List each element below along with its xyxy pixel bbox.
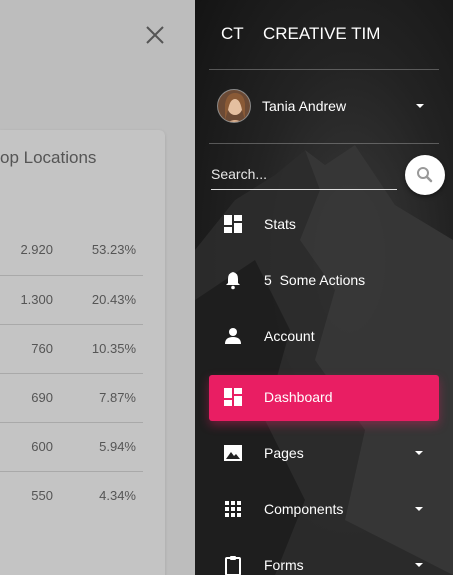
bell-icon (226, 272, 240, 290)
sidebar-item-label: 5 Some Actions (264, 272, 366, 288)
sidebar-item-label: Components (264, 501, 344, 517)
sidebar-item-label: Dashboard (264, 389, 333, 405)
row-percent: 53.23% (91, 242, 136, 257)
chevron-down-icon (415, 507, 423, 511)
grid-icon (225, 501, 241, 517)
chevron-down-icon (415, 563, 423, 567)
row-percent: 4.34% (99, 488, 136, 503)
dashboard-icon (224, 215, 242, 233)
brand[interactable]: CT CREATIVE TIM (221, 24, 380, 44)
search-field (211, 160, 397, 190)
chevron-down-icon (415, 451, 423, 455)
sidebar-item-label: Stats (264, 216, 296, 232)
row-percent: 10.35% (91, 341, 136, 356)
row-value: 600 (31, 439, 53, 454)
chevron-down-icon (416, 104, 424, 108)
sidebar-item-account[interactable]: Account (209, 313, 439, 359)
row-percent: 5.94% (99, 439, 136, 454)
sidebar: CT CREATIVE TIM Tania Andrew Stats (195, 0, 453, 575)
locations-table: 2.920 53.23% 1.300 20.43% 760 10.35% 690… (0, 226, 143, 520)
background-page: op Locations 2.920 53.23% 1.300 20.43% 7… (0, 0, 195, 575)
sidebar-item-dashboard[interactable]: Dashboard (209, 375, 439, 421)
search-button[interactable] (405, 155, 445, 195)
sidebar-item-pages[interactable]: Pages (209, 430, 439, 476)
close-icon[interactable] (144, 24, 166, 46)
row-percent: 7.87% (99, 390, 136, 405)
brand-name: CREATIVE TIM (263, 24, 381, 43)
table-row: 550 4.34% (0, 471, 143, 520)
avatar (217, 89, 251, 123)
dashboard-icon (224, 388, 242, 406)
row-value: 550 (31, 488, 53, 503)
user-menu[interactable]: Tania Andrew (217, 89, 432, 125)
table-row: 2.920 53.23% (0, 226, 143, 275)
card-title: op Locations (0, 148, 97, 167)
search-input[interactable] (211, 160, 397, 188)
table-row: 1.300 20.43% (0, 275, 143, 324)
search-icon (417, 167, 433, 183)
divider (209, 143, 439, 144)
row-value: 1.300 (20, 292, 53, 307)
person-icon (225, 328, 241, 344)
row-value: 760 (31, 341, 53, 356)
user-name: Tania Andrew (262, 98, 347, 114)
locations-card: op Locations 2.920 53.23% 1.300 20.43% 7… (0, 130, 165, 575)
divider (209, 69, 439, 70)
sidebar-item-components[interactable]: Components (209, 486, 439, 532)
sidebar-item-some-actions[interactable]: 5 Some Actions (209, 257, 439, 303)
sidebar-item-stats[interactable]: Stats (209, 201, 439, 247)
row-percent: 20.43% (91, 292, 136, 307)
row-value: 2.920 (20, 242, 53, 257)
sidebar-item-label: Forms (264, 557, 304, 573)
clipboard-icon (225, 556, 241, 575)
table-row: 760 10.35% (0, 324, 143, 373)
sidebar-item-label: Pages (264, 445, 304, 461)
sidebar-item-label: Account (264, 328, 315, 344)
row-value: 690 (31, 390, 53, 405)
sidebar-item-forms[interactable]: Forms (209, 542, 439, 575)
table-row: 600 5.94% (0, 422, 143, 471)
table-row: 690 7.87% (0, 373, 143, 422)
brand-mini-logo: CT (221, 24, 244, 43)
image-icon (224, 445, 242, 461)
